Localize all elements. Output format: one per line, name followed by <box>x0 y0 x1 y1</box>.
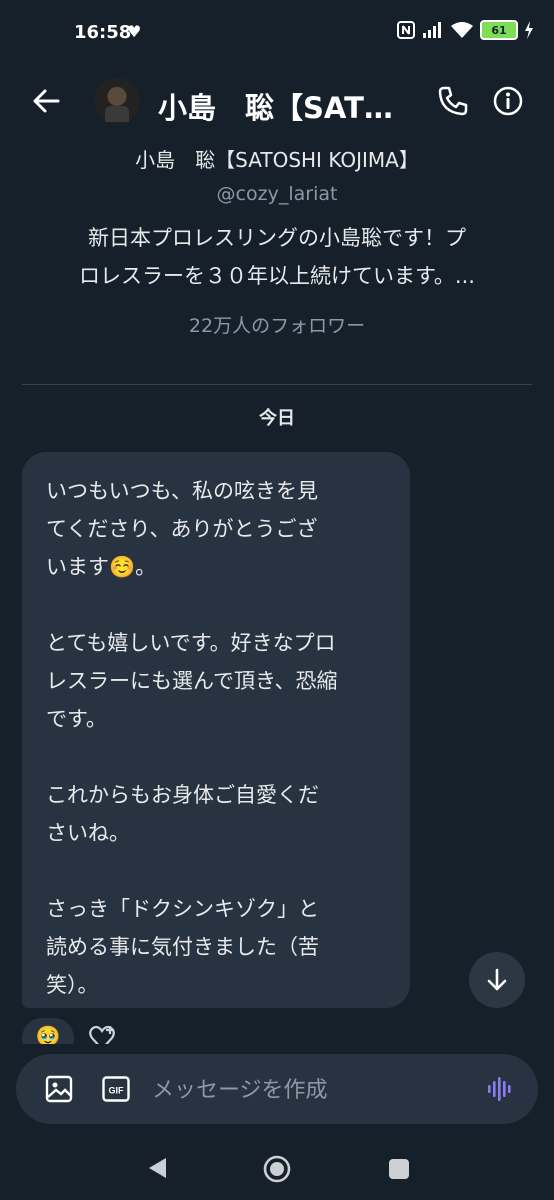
system-nav-bar <box>0 1140 554 1200</box>
heart-icon: ♥ <box>127 22 142 41</box>
gif-icon[interactable]: GIF <box>102 1076 130 1102</box>
message-reactions: 🥹 <box>22 1018 132 1044</box>
signal-icon <box>423 22 441 38</box>
status-bar: 16:58 ♥ 61 <box>0 0 554 62</box>
gif-label: GIF <box>109 1086 125 1096</box>
profile-bio-line: 新日本プロレスリングの小島聡です！プ <box>88 226 466 250</box>
reaction-emoji: 🥹 <box>35 1024 61 1044</box>
nav-back-icon[interactable] <box>146 1156 168 1180</box>
message-paragraph: さっき「ドクシンキゾク」と 読める事に気付きました（苦 笑）。 <box>46 897 319 997</box>
status-time: 16:58 <box>74 22 132 43</box>
divider <box>22 384 532 385</box>
info-icon[interactable] <box>491 84 525 118</box>
image-icon[interactable] <box>44 1074 74 1104</box>
message-paragraph: いつもいつも、私の呟きを見 てくださり、ありがとうござ います☺️。 <box>46 479 318 579</box>
message-composer: GIF <box>16 1054 538 1124</box>
scroll-to-bottom-button[interactable] <box>469 952 525 1008</box>
message-paragraph: とても嬉しいです。好きなプロ レスラーにも選んで頂き、恐縮 です。 <box>46 631 338 731</box>
profile-bio-line: ロレスラーを３０年以上続けています。... <box>79 264 475 288</box>
charging-icon <box>525 21 533 39</box>
wifi-icon <box>451 22 473 38</box>
conversation-title[interactable]: 小島 聡【SATOSHI KOJIMA】 <box>158 85 416 127</box>
profile-summary: 小島 聡【SATOSHI KOJIMA】 @cozy_lariat 新日本プロレ… <box>0 142 554 338</box>
profile-name[interactable]: 小島 聡【SATOSHI KOJIMA】 <box>0 144 554 173</box>
status-icons: 61 <box>396 20 534 40</box>
date-separator: 今日 <box>259 408 295 429</box>
profile-bio: 新日本プロレスリングの小島聡です！プ ロレスラーを３０年以上続けています。... <box>40 219 514 295</box>
nav-recents-icon[interactable] <box>388 1158 410 1180</box>
message-paragraph: これからもお身体ご自愛くだ さいね。 <box>46 783 319 845</box>
profile-handle[interactable]: @cozy_lariat <box>0 183 554 205</box>
reaction-chip[interactable]: 🥹 <box>22 1018 74 1044</box>
battery-icon: 61 <box>480 20 518 40</box>
avatar[interactable] <box>94 78 140 124</box>
message-bubble[interactable]: いつもいつも、私の呟きを見 てくださり、ありがとうござ います☺️。 とても嬉し… <box>22 452 410 1008</box>
voice-message-icon[interactable] <box>486 1074 516 1104</box>
message-input[interactable] <box>150 1068 474 1112</box>
nfc-icon <box>397 21 415 39</box>
phone-icon[interactable] <box>436 84 470 118</box>
arrow-down-icon <box>487 968 507 991</box>
follower-count: 22万人のフォロワー <box>188 315 366 337</box>
nav-home-icon[interactable] <box>262 1154 292 1184</box>
back-arrow-icon[interactable] <box>30 84 64 118</box>
conversation-header: 小島 聡【SATOSHI KOJIMA】 <box>0 62 554 142</box>
add-reaction-heart-icon[interactable] <box>88 1024 116 1044</box>
